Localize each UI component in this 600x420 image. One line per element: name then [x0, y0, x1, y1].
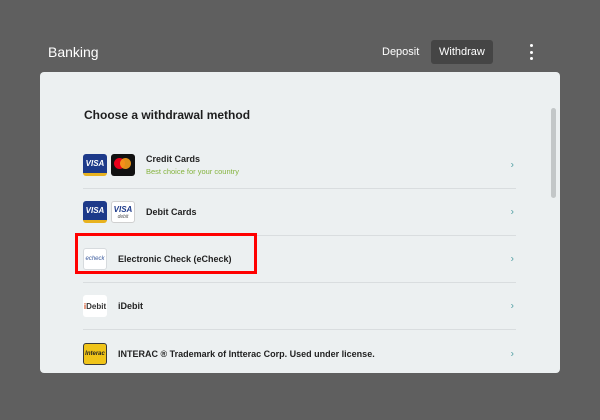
method-row-interac[interactable]: Interac INTERAC ® Trademark of Intterac … [83, 330, 516, 373]
scrollbar[interactable] [551, 108, 556, 198]
method-name: Debit Cards [146, 207, 197, 217]
method-subtitle: Best choice for your country [146, 167, 239, 176]
method-row-credit-cards[interactable]: VISA Credit Cards Best choice for your c… [83, 142, 516, 189]
chevron-right-icon: › [510, 348, 514, 359]
debit-card-logos: VISA VISA debit [83, 201, 135, 223]
mastercard-logo [111, 154, 135, 176]
section-title: Choose a withdrawal method [84, 108, 251, 122]
chevron-right-icon: › [510, 159, 514, 171]
interac-logos: Interac [83, 342, 107, 365]
credit-card-logos: VISA [83, 154, 135, 176]
visa-logo: VISA [83, 154, 107, 176]
highlight-box [75, 233, 257, 274]
withdrawal-panel: Choose a withdrawal method VISA Credit C… [40, 72, 560, 373]
visa-debit-logo: VISA debit [111, 201, 135, 223]
chevron-right-icon: › [510, 206, 514, 218]
idebit-logos: i Debit [83, 295, 107, 317]
interac-logo: Interac [83, 342, 107, 365]
idebit-logo: i Debit [83, 295, 107, 317]
chevron-right-icon: › [510, 253, 514, 265]
method-row-idebit[interactable]: i Debit iDebit › [83, 283, 516, 330]
chevron-right-icon: › [510, 300, 514, 312]
kebab-menu-icon[interactable] [523, 43, 539, 61]
tab-deposit[interactable]: Deposit [374, 40, 427, 64]
method-name: iDebit [118, 301, 144, 311]
header-title: Banking [48, 44, 99, 60]
tab-withdraw[interactable]: Withdraw [431, 40, 493, 64]
method-name: INTERAC ® Trademark of Intterac Corp. Us… [118, 348, 375, 359]
method-row-debit-cards[interactable]: VISA VISA debit Debit Cards › [83, 189, 516, 236]
method-name: Credit Cards [146, 154, 201, 164]
visa-logo: VISA [83, 201, 107, 223]
